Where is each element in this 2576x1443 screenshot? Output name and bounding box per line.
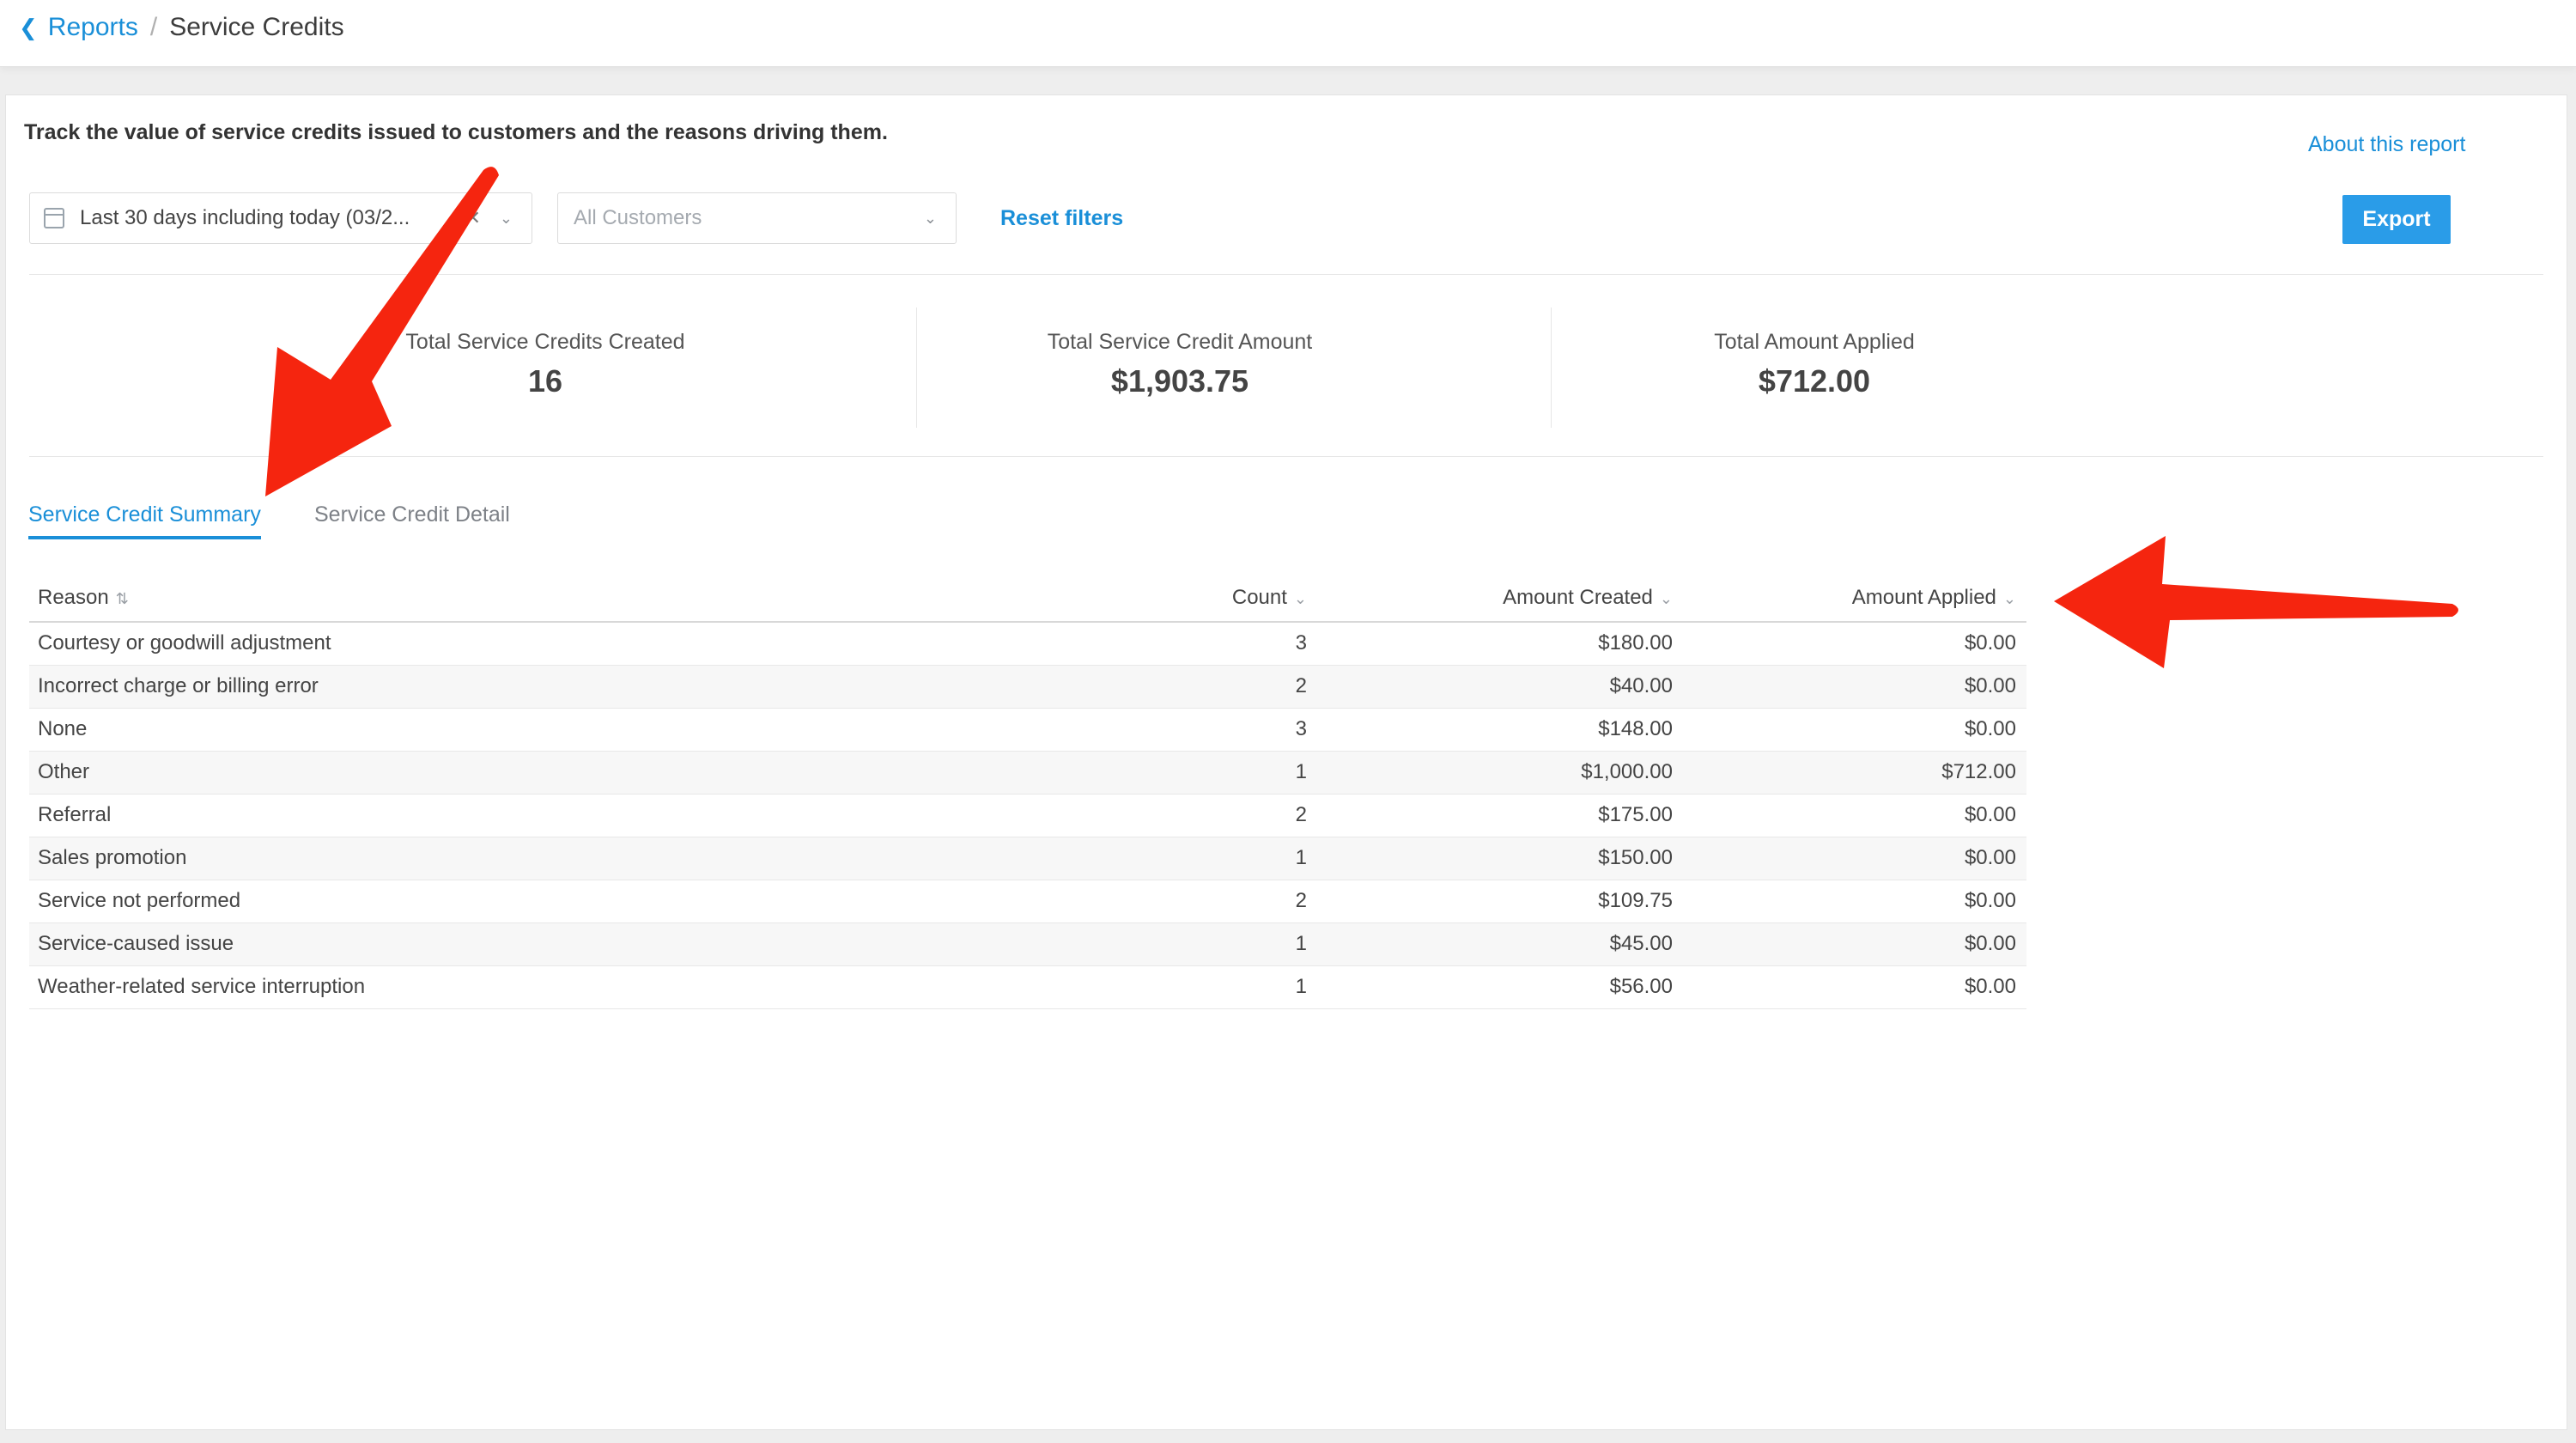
annotation-arrow-left xyxy=(265,167,499,496)
annotation-arrows xyxy=(265,167,2458,668)
annotation-arrow-right xyxy=(2054,536,2458,668)
